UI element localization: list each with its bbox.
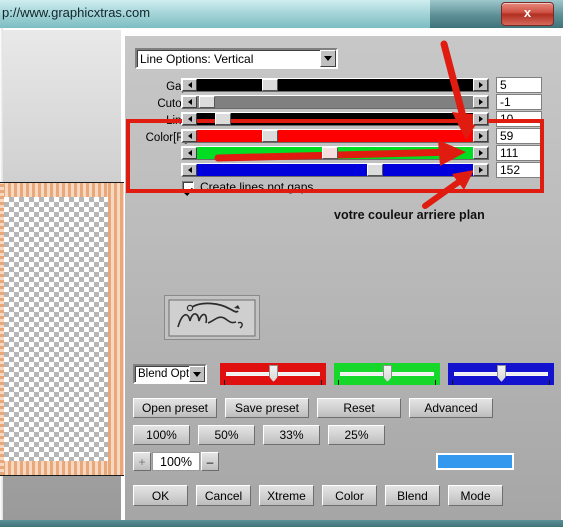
annotation-caption: votre couleur arriere plan [334, 208, 485, 222]
create-lines-not-gaps-checkbox[interactable]: Create lines not gaps [182, 180, 313, 194]
zoom-in-button[interactable]: + [133, 452, 151, 471]
ok-button[interactable]: OK [133, 485, 188, 506]
trackbar-red-thumb[interactable] [269, 365, 278, 382]
blend-options-dropdown[interactable]: Blend Opti [133, 364, 207, 384]
reset-button[interactable]: Reset [317, 398, 401, 418]
slider-line-thumb[interactable] [215, 113, 231, 125]
slider-color-r-thumb[interactable] [262, 130, 278, 142]
slider-color-b-left-arrow[interactable] [182, 164, 197, 176]
trackbar-green-tick-max [435, 380, 436, 385]
trackbar-red-tick-min [224, 380, 225, 385]
slider-line-left-arrow[interactable] [182, 113, 197, 125]
slider-color-r[interactable] [181, 129, 489, 143]
window-title: p://www.graphicxtras.com [2, 5, 151, 20]
trackbar-green[interactable] [334, 363, 440, 385]
slider-cutoff[interactable] [181, 95, 489, 109]
value-gap[interactable]: 5 [496, 77, 542, 93]
slider-color-b-track[interactable] [197, 164, 473, 176]
slider-color-g-right-arrow[interactable] [473, 147, 488, 159]
slider-cutoff-left-arrow[interactable] [182, 96, 197, 108]
advanced-button[interactable]: Advanced [409, 398, 493, 418]
trackbar-blue-tick-max [549, 380, 550, 385]
zoom-out-button[interactable]: – [201, 452, 219, 471]
zoom-100-button[interactable]: 100% [133, 425, 190, 445]
slider-cutoff-thumb[interactable] [199, 96, 215, 108]
transparency-checkerboard [4, 197, 108, 461]
value-cutoff[interactable]: -1 [496, 94, 542, 110]
slider-gap-track[interactable] [197, 79, 473, 91]
zoom-level-field[interactable]: 100% [152, 452, 200, 471]
trackbar-blue-tick-min [452, 380, 453, 385]
slider-line-track[interactable] [197, 113, 473, 125]
slider-color-g-left-arrow[interactable] [182, 147, 197, 159]
line-options-value: Line Options: Vertical [140, 51, 254, 66]
blend-options-value: Blend Opti [138, 368, 189, 380]
slider-line[interactable] [181, 112, 489, 126]
zoom-50-button[interactable]: 50% [198, 425, 255, 445]
slider-gap-right-arrow[interactable] [473, 79, 488, 91]
save-preset-button[interactable]: Save preset [225, 398, 309, 418]
preview-thumbnail[interactable] [164, 295, 260, 340]
image-workspace[interactable] [0, 30, 125, 520]
slider-color-r-right-arrow[interactable] [473, 130, 488, 142]
checkmark-icon[interactable] [182, 181, 194, 193]
trackbar-red-tick-max [321, 380, 322, 385]
close-button[interactable]: x [501, 2, 554, 26]
slider-gap-left-arrow[interactable] [182, 79, 197, 91]
slider-color-g[interactable] [181, 146, 489, 160]
zoom-33-button[interactable]: 33% [263, 425, 320, 445]
trackbar-green-tick-min [338, 380, 339, 385]
slider-color-r-left-arrow[interactable] [182, 130, 197, 142]
slider-gap[interactable] [181, 78, 489, 92]
canvas-stripe-top [0, 183, 124, 197]
trackbar-red[interactable] [220, 363, 326, 385]
value-color-r[interactable]: 59 [496, 128, 542, 144]
slider-color-b-right-arrow[interactable] [473, 164, 488, 176]
slider-gap-thumb[interactable] [262, 79, 278, 91]
window-titlebar: p://www.graphicxtras.com x [0, 0, 563, 28]
slider-color-g-thumb[interactable] [322, 147, 338, 159]
canvas-stripe-bottom [0, 461, 124, 475]
blend-chevron-down-icon[interactable] [189, 366, 205, 382]
trackbar-blue[interactable] [448, 363, 554, 385]
dialog-top-strip [125, 30, 561, 36]
open-preset-button[interactable]: Open preset [133, 398, 217, 418]
script-logo-icon [168, 299, 256, 336]
trackbar-blue-thumb[interactable] [497, 365, 506, 382]
slider-color-b[interactable] [181, 163, 489, 177]
document-canvas[interactable] [0, 182, 125, 476]
slider-color-b-thumb[interactable] [367, 164, 383, 176]
value-color-b[interactable]: 152 [496, 162, 542, 178]
blend-button[interactable]: Blend [385, 485, 440, 506]
xtreme-button[interactable]: Xtreme [259, 485, 314, 506]
color-button[interactable]: Color [322, 485, 377, 506]
slider-cutoff-track[interactable] [197, 96, 473, 108]
line-options-dropdown[interactable]: Line Options: Vertical [135, 48, 338, 69]
canvas-stripe-right [108, 183, 124, 475]
background-color-swatch[interactable] [436, 453, 514, 470]
screenshot-root: p://www.graphicxtras.com x Line Options:… [0, 0, 563, 527]
window-bottom-edge [0, 520, 563, 527]
plugin-dialog: Line Options: Vertical Gap: 5 Cutoff: -1… [124, 30, 561, 520]
slider-cutoff-right-arrow[interactable] [473, 96, 488, 108]
value-color-g[interactable]: 111 [496, 145, 542, 161]
slider-color-r-track[interactable] [197, 130, 473, 142]
slider-line-right-arrow[interactable] [473, 113, 488, 125]
mode-button[interactable]: Mode [448, 485, 503, 506]
chevron-down-icon[interactable] [320, 50, 336, 67]
value-line[interactable]: 10 [496, 111, 542, 127]
create-lines-not-gaps-label: Create lines not gaps [200, 180, 314, 194]
trackbar-green-thumb[interactable] [383, 365, 392, 382]
zoom-25-button[interactable]: 25% [328, 425, 385, 445]
cancel-button[interactable]: Cancel [196, 485, 251, 506]
